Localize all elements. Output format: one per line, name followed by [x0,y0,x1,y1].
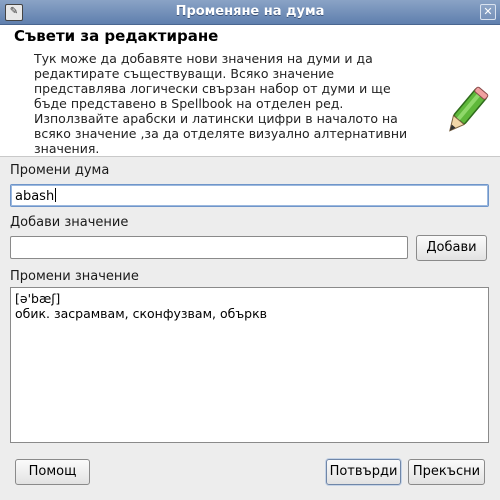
meaning-line: [ə'bæʃ] [15,291,61,306]
meaning-line: обик. засрамвам, сконфузвам, объркв [15,306,268,321]
add-meaning-input[interactable] [10,236,408,259]
help-button[interactable]: Помощ [15,459,90,485]
edit-meaning-textarea[interactable]: [ə'bæʃ] обик. засрамвам, сконфузвам, объ… [10,287,489,443]
header-separator [0,156,500,157]
window-title: Променяне на дума [175,4,325,19]
tips-title: Съвети за редактиране [14,27,219,45]
add-button[interactable]: Добави [416,235,487,261]
cancel-button[interactable]: Прекъсни [408,459,485,485]
title-bar: ✎ Променяне на дума ✕ [0,0,500,25]
edit-word-label: Промени дума [10,163,110,178]
tips-panel: Съвети за редактиране Тук може да добавя… [0,25,500,156]
add-meaning-label: Добави значение [10,215,129,230]
text-cursor [55,188,57,202]
tips-description: Тук може да добавяте нови значения на ду… [34,51,408,156]
edit-word-value: abash [15,189,55,204]
edit-word-input[interactable]: abash [10,184,489,207]
close-icon[interactable]: ✕ [480,4,496,20]
edit-meaning-label: Промени значение [10,269,139,284]
pencil-icon [449,86,489,132]
confirm-button[interactable]: Потвърди [326,459,401,485]
